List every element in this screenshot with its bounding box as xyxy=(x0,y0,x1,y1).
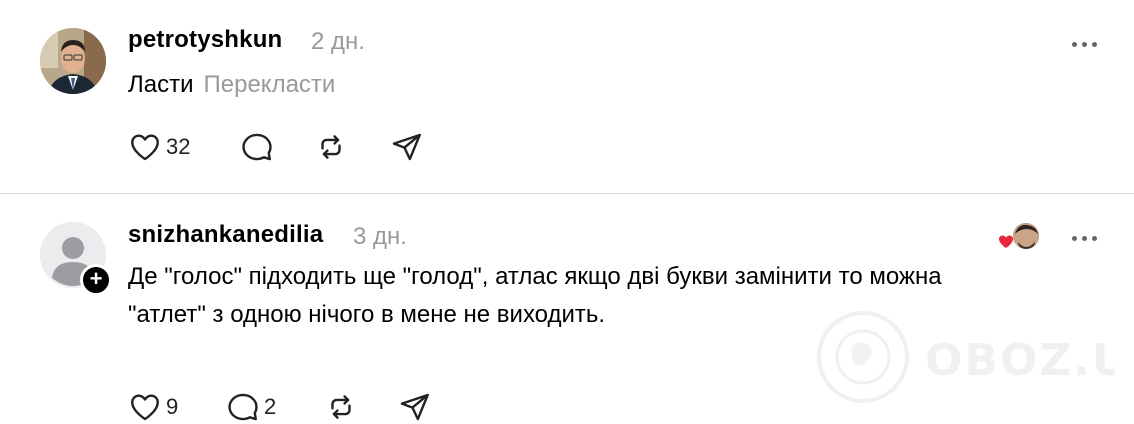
post-time: 3 дн. xyxy=(353,223,407,250)
watermark-text: OBOZ.UA xyxy=(925,335,1115,386)
repost-icon xyxy=(331,395,351,419)
repost-button[interactable] xyxy=(314,130,348,164)
username[interactable]: snizhankanedilia xyxy=(128,221,323,249)
liked-by-author xyxy=(998,222,1042,252)
like-count: 32 xyxy=(166,134,191,159)
comment-icon xyxy=(242,133,272,161)
heart-icon xyxy=(999,235,1013,248)
heart-icon xyxy=(131,134,159,161)
more-icon[interactable] xyxy=(1072,40,1098,48)
post-text: Ласти Перекласти xyxy=(128,66,335,104)
username[interactable]: petrotyshkun xyxy=(128,26,282,54)
more-icon[interactable] xyxy=(1072,234,1098,242)
post-body: Ласти xyxy=(128,71,194,98)
send-icon xyxy=(392,133,421,161)
share-button[interactable] xyxy=(398,390,432,424)
reply-button[interactable]: 2 xyxy=(226,390,276,424)
like-count: 9 xyxy=(166,394,179,419)
send-icon xyxy=(400,393,429,421)
share-button[interactable] xyxy=(390,130,424,164)
reply-count: 2 xyxy=(264,394,277,419)
post-time: 2 дн. xyxy=(311,28,365,55)
like-button[interactable]: 9 xyxy=(128,390,178,424)
repost-icon xyxy=(321,135,341,159)
translate-link[interactable]: Перекласти xyxy=(204,71,336,98)
post-text-line: Де "голос" підходить ще "голод", атлас я… xyxy=(128,263,942,290)
thread-post: petrotyshkun 2 дн. Ласти Перекласти 32 xyxy=(0,0,1134,193)
like-button[interactable]: 32 xyxy=(128,130,190,164)
comment-icon xyxy=(228,393,258,421)
heart-icon xyxy=(131,394,159,421)
avatar[interactable] xyxy=(40,28,106,94)
follow-plus-icon[interactable]: + xyxy=(80,264,112,296)
watermark: OBOZ.UA xyxy=(815,309,1134,409)
repost-button[interactable] xyxy=(324,390,358,424)
reply-button[interactable] xyxy=(240,130,274,164)
